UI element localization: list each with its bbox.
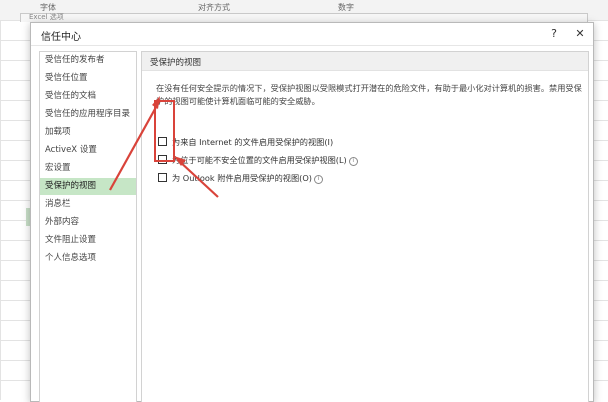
annotation-arrows [109, 96, 219, 198]
arrow-line-left [109, 99, 161, 191]
arrow-line-right [177, 159, 219, 198]
arrow-head-left [152, 96, 160, 109]
